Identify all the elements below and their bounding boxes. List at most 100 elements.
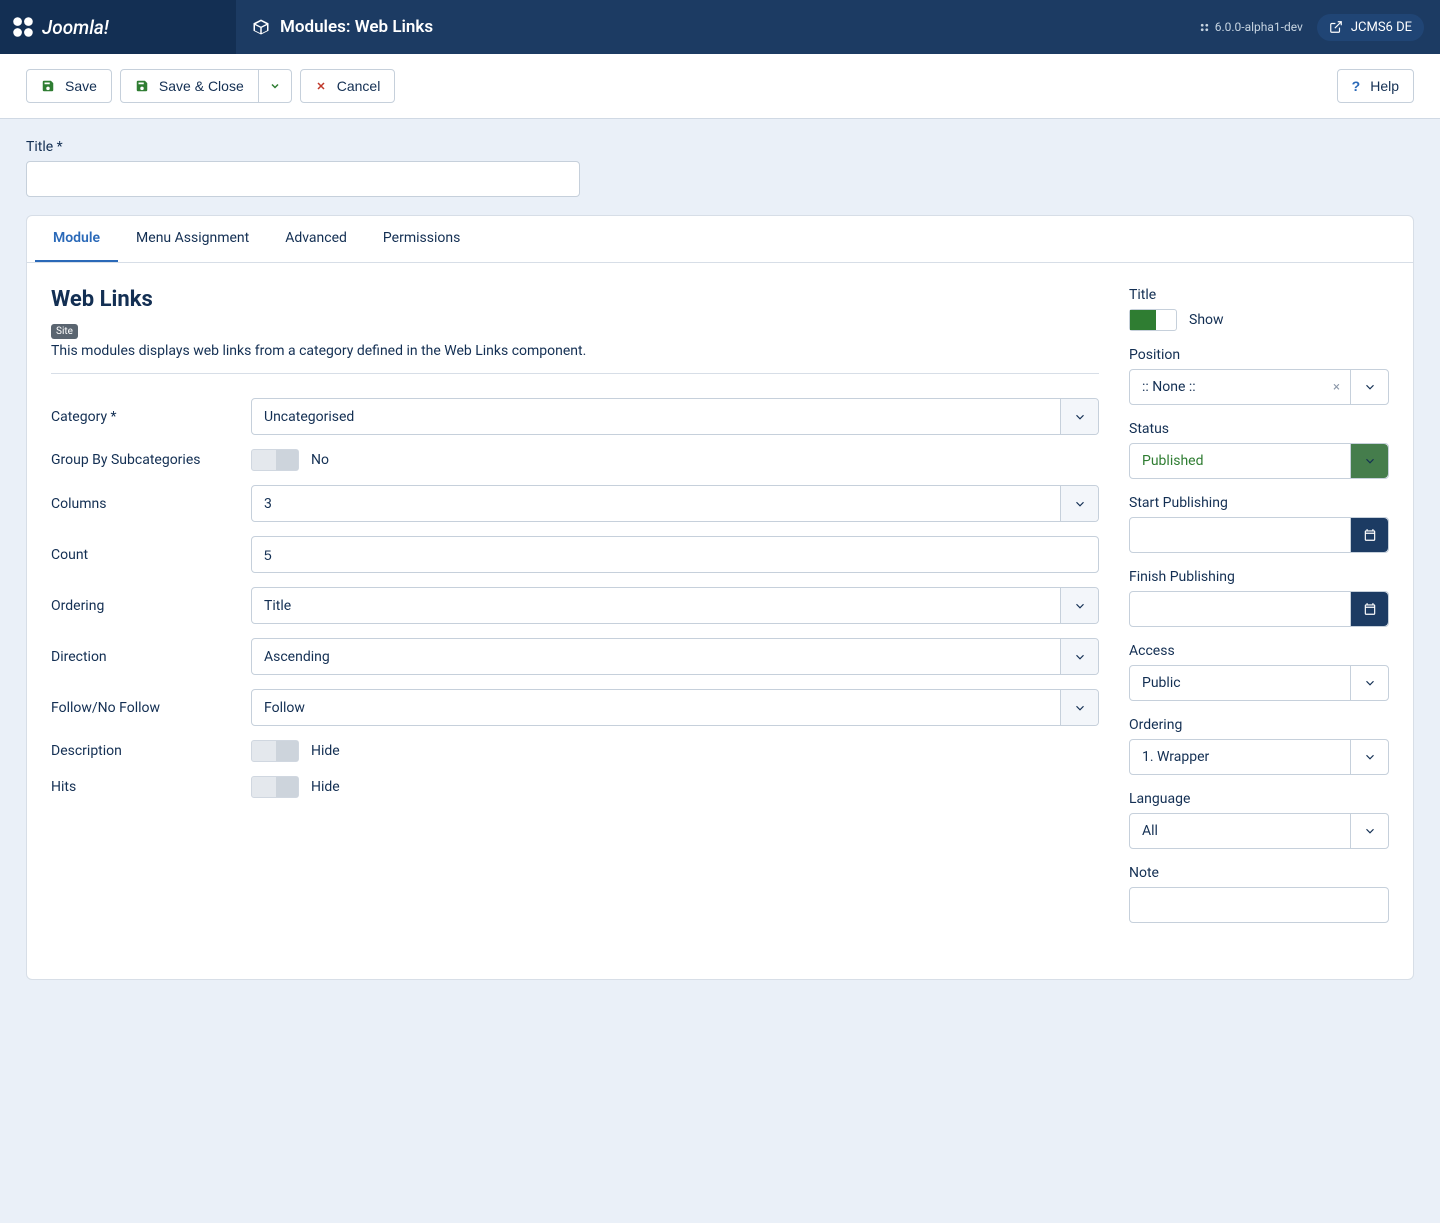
save-label: Save	[65, 78, 97, 94]
columns-value: 3	[264, 496, 272, 512]
finish-publishing-input[interactable]	[1129, 591, 1389, 627]
follow-select[interactable]: Follow	[251, 689, 1099, 726]
hits-toggle[interactable]	[251, 776, 299, 798]
status-select[interactable]: Published	[1129, 443, 1389, 479]
chevron-down-icon	[1060, 399, 1098, 434]
category-value: Uncategorised	[264, 409, 354, 425]
external-link-icon	[1329, 20, 1343, 34]
row-direction: Direction Ascending	[51, 638, 1099, 675]
side-start-pub-label: Start Publishing	[1129, 495, 1389, 511]
cancel-label: Cancel	[337, 78, 381, 94]
side-status-field: Status Published	[1129, 421, 1389, 479]
label-columns: Columns	[51, 496, 251, 512]
side-ordering-select[interactable]: 1. Wrapper	[1129, 739, 1389, 775]
save-button[interactable]: Save	[26, 69, 112, 103]
position-select[interactable]: :: None :: ×	[1129, 369, 1389, 405]
tab-advanced[interactable]: Advanced	[267, 216, 365, 262]
count-input[interactable]	[251, 536, 1099, 573]
side-note-label: Note	[1129, 865, 1389, 881]
chevron-down-icon	[1350, 444, 1388, 478]
row-follow: Follow/No Follow Follow	[51, 689, 1099, 726]
version-label[interactable]: 6.0.0-alpha1-dev	[1199, 20, 1303, 34]
section-heading: Web Links	[51, 287, 1099, 312]
main-column: Web Links Site This modules displays web…	[51, 287, 1099, 939]
tab-module[interactable]: Module	[35, 216, 118, 262]
chevron-down-icon	[1350, 814, 1388, 848]
separator	[51, 373, 1099, 374]
save-close-label: Save & Close	[159, 78, 244, 94]
side-language-field: Language All	[1129, 791, 1389, 849]
position-clear-icon[interactable]: ×	[1333, 380, 1340, 395]
note-input[interactable]	[1129, 887, 1389, 923]
label-direction: Direction	[51, 649, 251, 665]
chevron-down-icon	[1060, 639, 1098, 674]
save-icon	[41, 79, 55, 93]
start-publishing-input[interactable]	[1129, 517, 1389, 553]
module-description: This modules displays web links from a c…	[51, 343, 1099, 359]
chevron-down-icon	[1350, 370, 1388, 404]
row-ordering: Ordering Title	[51, 587, 1099, 624]
side-access-field: Access Public	[1129, 643, 1389, 701]
tab-menu-assignment[interactable]: Menu Assignment	[118, 216, 267, 262]
side-ordering-field: Ordering 1. Wrapper	[1129, 717, 1389, 775]
help-label: Help	[1370, 78, 1399, 94]
label-ordering: Ordering	[51, 598, 251, 614]
side-position-field: Position :: None :: ×	[1129, 347, 1389, 405]
label-category: Category *	[51, 409, 251, 425]
label-group-by: Group By Subcategories	[51, 452, 251, 468]
label-count: Count	[51, 547, 251, 563]
content-area: Title * Module Menu Assignment Advanced …	[0, 119, 1440, 1010]
description-toggle[interactable]	[251, 740, 299, 762]
title-toggle[interactable]	[1129, 309, 1177, 331]
side-title-field: Title Show	[1129, 287, 1389, 331]
save-close-button[interactable]: Save & Close	[120, 69, 259, 103]
side-status-label: Status	[1129, 421, 1389, 437]
row-count: Count	[51, 536, 1099, 573]
label-follow: Follow/No Follow	[51, 700, 251, 716]
follow-value: Follow	[264, 700, 305, 716]
side-ordering-label: Ordering	[1129, 717, 1389, 733]
help-button[interactable]: ? Help	[1337, 69, 1414, 103]
cancel-button[interactable]: Cancel	[300, 69, 396, 103]
position-value: :: None ::	[1142, 379, 1196, 395]
description-value: Hide	[311, 743, 340, 759]
side-finish-pub-label: Finish Publishing	[1129, 569, 1389, 585]
user-name: JCMS6 DE	[1351, 20, 1412, 35]
access-select[interactable]: Public	[1129, 665, 1389, 701]
row-category: Category * Uncategorised	[51, 398, 1099, 435]
side-finish-pub-field: Finish Publishing	[1129, 569, 1389, 627]
language-select[interactable]: All	[1129, 813, 1389, 849]
chevron-down-icon	[1060, 486, 1098, 521]
form-card: Module Menu Assignment Advanced Permissi…	[26, 215, 1414, 980]
tabs: Module Menu Assignment Advanced Permissi…	[27, 216, 1413, 263]
title-input[interactable]	[26, 161, 580, 197]
help-icon: ?	[1352, 78, 1361, 94]
tab-content: Web Links Site This modules displays web…	[27, 263, 1413, 979]
label-description: Description	[51, 743, 251, 759]
calendar-icon[interactable]	[1350, 518, 1388, 552]
columns-select[interactable]: 3	[251, 485, 1099, 522]
joomla-small-icon	[1199, 22, 1210, 33]
ordering-select[interactable]: Title	[251, 587, 1099, 624]
header-logo[interactable]: Joomla!	[0, 14, 236, 40]
save-icon	[135, 79, 149, 93]
row-description: Description Hide	[51, 740, 1099, 762]
chevron-down-icon	[269, 80, 281, 92]
tab-permissions[interactable]: Permissions	[365, 216, 478, 262]
header-title-bar: Modules: Web Links 6.0.0-alpha1-dev JCMS…	[236, 0, 1440, 54]
chevron-down-icon	[1350, 740, 1388, 774]
chevron-down-icon	[1060, 690, 1098, 725]
side-position-label: Position	[1129, 347, 1389, 363]
save-close-dropdown-button[interactable]	[258, 69, 292, 103]
calendar-icon[interactable]	[1350, 592, 1388, 626]
group-by-toggle[interactable]	[251, 449, 299, 471]
side-language-label: Language	[1129, 791, 1389, 807]
side-note-field: Note	[1129, 865, 1389, 923]
category-select[interactable]: Uncategorised	[251, 398, 1099, 435]
status-value: Published	[1142, 453, 1203, 469]
side-column: Title Show Position :: None :: × Sta	[1129, 287, 1389, 939]
row-group-by: Group By Subcategories No	[51, 449, 1099, 471]
direction-select[interactable]: Ascending	[251, 638, 1099, 675]
save-close-group: Save & Close	[120, 69, 292, 103]
user-menu[interactable]: JCMS6 DE	[1317, 14, 1424, 41]
